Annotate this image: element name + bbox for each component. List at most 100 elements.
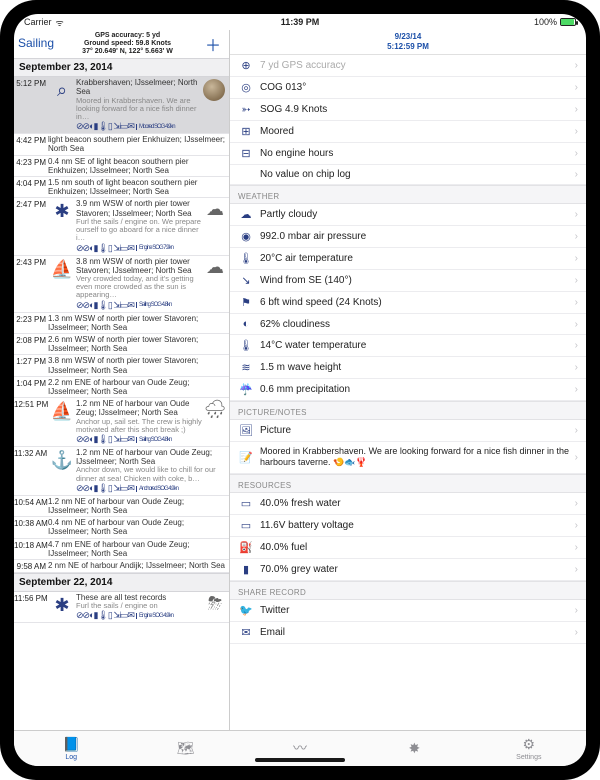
detail-row[interactable]: ◎COG 013°› (230, 77, 586, 99)
detail-row[interactable]: ✉Email› (230, 622, 586, 644)
entry-time: 5:12 PM (14, 78, 48, 132)
detail-row[interactable]: ☔0.6 mm precipitation› (230, 379, 586, 401)
row-text: 1.5 m wave height (260, 362, 575, 373)
entry-time: 2:47 PM (14, 199, 48, 253)
detail-row[interactable]: 🌡14°C water temperature› (230, 335, 586, 357)
row-icon: ▭ (238, 497, 254, 510)
entry-location: light beacon southern pier Enkhuizen; IJ… (48, 135, 227, 153)
entry-location: 1.3 nm WSW of north pier tower Stavoren;… (48, 314, 227, 332)
detail-row[interactable]: ↘Wind from SE (140°)› (230, 270, 586, 292)
entry-location: 0.4 nm SE of light beacon southern pier … (48, 157, 227, 175)
row-text: No engine hours (260, 148, 575, 159)
detail-row[interactable]: ⊞Moored› (230, 121, 586, 143)
log-entry[interactable]: 9:58 AM2 nm NE of harbour Andijk; IJssel… (14, 560, 229, 573)
weather-icon: 🌧 (203, 399, 227, 445)
entry-time: 4:42 PM (14, 135, 48, 153)
tab-icon: 〰 (293, 738, 307, 758)
detail-row[interactable]: ▭40.0% fresh water› (230, 493, 586, 515)
chevron-right-icon: › (575, 209, 578, 220)
log-entry[interactable]: 10:18 AM4.7 nm ENE of harbour van Oude Z… (14, 539, 229, 560)
log-entry[interactable]: 5:12 PM⌕Krabbershaven; IJsselmeer; North… (14, 77, 229, 134)
entry-thumbnail (203, 79, 225, 101)
detail-row[interactable]: ▮70.0% grey water› (230, 559, 586, 581)
row-text: 0.6 mm precipitation (260, 384, 575, 395)
detail-row[interactable]: ⊕7 yd GPS accuracy› (230, 55, 586, 77)
row-icon: ➳ (238, 103, 254, 116)
detail-row[interactable]: No value on chip log› (230, 165, 586, 185)
chevron-right-icon: › (575, 452, 578, 463)
detail-row[interactable]: 🌡20°C air temperature› (230, 248, 586, 270)
row-text: 14°C water temperature (260, 340, 575, 351)
add-button[interactable]: ＋ (201, 32, 225, 56)
entry-time: 12:51 PM (14, 399, 48, 445)
detail-row[interactable]: ◐62% cloudiness› (230, 314, 586, 335)
log-entry[interactable]: 2:08 PM2.6 nm WSW of north pier tower St… (14, 334, 229, 355)
chevron-right-icon: › (575, 297, 578, 308)
row-icon: 🖼 (238, 424, 254, 437)
log-entry[interactable]: 4:42 PMlight beacon southern pier Enkhui… (14, 134, 229, 155)
back-title[interactable]: Sailing (18, 32, 54, 50)
entry-note: Moored in Krabbershaven. We are looking … (76, 97, 201, 122)
entry-icon-strip: ⊘⊘◐▮🌡▯ ⇲▭✉Sailing SOG 4.8kn (76, 434, 203, 445)
gps-summary: GPS accuracy: 5 yd Ground speed: 59.8 Kn… (54, 32, 201, 56)
entry-type-icon: ⌕ (48, 78, 76, 132)
detail-row[interactable]: ☁Partly cloudy› (230, 204, 586, 226)
log-entry[interactable]: 2:23 PM1.3 nm WSW of north pier tower St… (14, 313, 229, 334)
log-entry[interactable]: 1:04 PM2.2 nm ENE of harbour van Oude Ze… (14, 377, 229, 398)
tab-label: Settings (516, 754, 541, 761)
row-text: Twitter (260, 605, 575, 616)
entry-time: 11:32 AM (14, 448, 48, 494)
entry-type-icon: ⛵ (48, 399, 76, 445)
detail-row[interactable]: ◉992.0 mbar air pressure› (230, 226, 586, 248)
row-text: Moored (260, 126, 575, 137)
row-text: COG 013° (260, 82, 575, 93)
row-icon: ↘ (238, 274, 254, 287)
row-text: 70.0% grey water (260, 564, 575, 575)
detail-row[interactable]: ≋1.5 m wave height› (230, 357, 586, 379)
log-entry[interactable]: 1:27 PM3.8 nm WSW of north pier tower St… (14, 355, 229, 376)
log-entry[interactable]: 11:56 PM✱These are all test recordsFurl … (14, 592, 229, 623)
chevron-right-icon: › (575, 498, 578, 509)
row-icon: 📝 (238, 451, 254, 464)
entry-time: 1:27 PM (14, 356, 48, 374)
chevron-right-icon: › (575, 126, 578, 137)
row-text: Moored in Krabbershaven. We are looking … (260, 446, 575, 469)
entry-location: 3.8 nm WSW of north pier tower Stavoren;… (48, 356, 227, 374)
row-text: 992.0 mbar air pressure (260, 231, 575, 242)
log-entry[interactable]: 4:04 PM1.5 nm south of light beacon sout… (14, 177, 229, 198)
log-entry[interactable]: 10:38 AM0.4 nm NE of harbour van Oude Ze… (14, 517, 229, 538)
detail-row[interactable]: ⚑6 bft wind speed (24 Knots)› (230, 292, 586, 314)
tab-item[interactable]: ✸ (357, 731, 471, 766)
log-list-pane: Sailing GPS accuracy: 5 yd Ground speed:… (14, 30, 230, 730)
detail-row[interactable]: 📝 Moored in Krabbershaven. We are looking… (230, 442, 586, 474)
row-text: Picture (260, 425, 575, 436)
entry-icon-strip: ⊘⊘◐▮🌡▯ ⇲▭✉Anchored SOG 4.9kn (76, 483, 227, 494)
row-icon: ⊟ (238, 147, 254, 160)
detail-row[interactable]: ▭11.6V battery voltage› (230, 515, 586, 537)
entry-time: 10:18 AM (14, 540, 48, 558)
detail-header: 9/23/14 5:12:59 PM (230, 30, 586, 55)
log-entry[interactable]: 2:43 PM⛵3.8 nm WSW of north pier tower S… (14, 256, 229, 313)
tab-log[interactable]: 📘Log (14, 731, 128, 766)
entry-note: Furl the sails / engine on (76, 602, 203, 610)
row-icon: ◉ (238, 230, 254, 243)
log-entry[interactable]: 12:51 PM⛵1.2 nm NE of harbour van Oude Z… (14, 398, 229, 447)
detail-row[interactable]: ⛽40.0% fuel› (230, 537, 586, 559)
status-bar: Carrier ᯤ 11:39 PM 100% (14, 14, 586, 30)
entry-location: 2.6 nm WSW of north pier tower Stavoren;… (48, 335, 227, 353)
log-entry[interactable]: 4:23 PM0.4 nm SE of light beacon souther… (14, 156, 229, 177)
tab-item[interactable]: 🗺 (128, 731, 242, 766)
log-entry[interactable]: 11:32 AM⚓1.2 nm NE of harbour van Oude Z… (14, 447, 229, 496)
detail-row[interactable]: 🖼Picture› (230, 420, 586, 442)
row-text: 40.0% fuel (260, 542, 575, 553)
log-entry[interactable]: 2:47 PM✱3.9 nm WSW of north pier tower S… (14, 198, 229, 255)
detail-row[interactable]: ⊟No engine hours› (230, 143, 586, 165)
entry-time: 2:43 PM (14, 257, 48, 311)
detail-row[interactable]: ➳SOG 4.9 Knots› (230, 99, 586, 121)
tab-settings[interactable]: ⚙Settings (472, 731, 586, 766)
row-text: 11.6V battery voltage (260, 520, 575, 531)
chevron-right-icon: › (575, 384, 578, 395)
detail-row[interactable]: 🐦Twitter› (230, 600, 586, 622)
chevron-right-icon: › (575, 169, 578, 180)
log-entry[interactable]: 10:54 AM1.2 nm NE of harbour van Oude Ze… (14, 496, 229, 517)
